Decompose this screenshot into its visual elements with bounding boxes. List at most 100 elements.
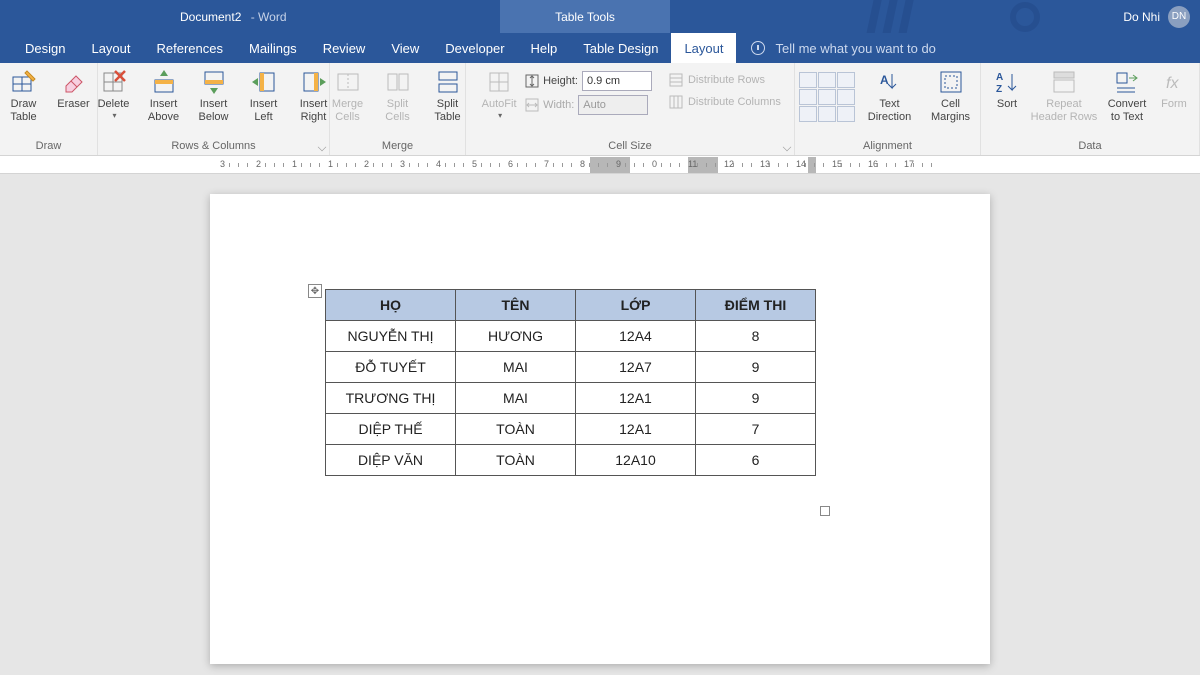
ruler-mark: 2 [364, 159, 369, 169]
tab-design[interactable]: Design [12, 33, 78, 63]
table-cell[interactable]: NGUYỄN THỊ [326, 321, 456, 352]
formula-button: fx Form [1155, 66, 1193, 123]
table-header-cell[interactable]: ĐIỂM THI [696, 290, 816, 321]
doc-name: Document2 [180, 10, 241, 24]
table-cell[interactable]: HƯƠNG [456, 321, 576, 352]
table-resize-handle[interactable] [820, 506, 830, 516]
tab-table-design[interactable]: Table Design [570, 33, 671, 63]
table-cell[interactable]: 12A4 [576, 321, 696, 352]
document-page[interactable]: ✥ HỌTÊNLỚPĐIỂM THI NGUYỄN THỊHƯƠNG12A48Đ… [210, 194, 990, 664]
group-merge: Merge Cells Split Cells Split Table Merg… [330, 63, 466, 155]
table-cell[interactable]: 9 [696, 383, 816, 414]
tab-developer[interactable]: Developer [432, 33, 517, 63]
group-alignment-label: Alignment [801, 137, 974, 155]
split-cells-label: Split Cells [385, 98, 409, 123]
table-cell[interactable]: TRƯƠNG THỊ [326, 383, 456, 414]
svg-text:A: A [880, 73, 889, 87]
tab-view[interactable]: View [378, 33, 432, 63]
table-cell[interactable]: MAI [456, 383, 576, 414]
ribbon-tabs: Design Layout References Mailings Review… [0, 33, 1200, 63]
group-merge-label: Merge [336, 137, 459, 155]
table-row[interactable]: NGUYỄN THỊHƯƠNG12A48 [326, 321, 816, 352]
tab-layout-page[interactable]: Layout [78, 33, 143, 63]
text-direction-button[interactable]: A Text Direction [863, 66, 917, 123]
data-table[interactable]: HỌTÊNLỚPĐIỂM THI NGUYỄN THỊHƯƠNG12A48ĐỖ … [325, 289, 816, 476]
sort-button[interactable]: AZ Sort [987, 66, 1027, 123]
tab-mailings[interactable]: Mailings [236, 33, 310, 63]
table-header-cell[interactable]: TÊN [456, 290, 576, 321]
split-table-button[interactable]: Split Table [424, 66, 472, 123]
table-cell[interactable]: 7 [696, 414, 816, 445]
height-input[interactable]: 0.9 cm [582, 71, 652, 91]
document-canvas[interactable]: ✥ HỌTÊNLỚPĐIỂM THI NGUYỄN THỊHƯƠNG12A48Đ… [0, 174, 1200, 675]
convert-to-text-button[interactable]: Convert to Text [1101, 66, 1153, 123]
table-cell[interactable]: TOÀN [456, 445, 576, 476]
formula-icon: fx [1160, 68, 1188, 96]
sort-label: Sort [997, 98, 1017, 111]
eraser-icon [60, 68, 88, 96]
user-name: Do Nhi [1123, 10, 1160, 24]
ruler-mark: 3 [220, 159, 225, 169]
tell-me-search[interactable]: Tell me what you want to do [751, 41, 935, 56]
tab-help[interactable]: Help [518, 33, 571, 63]
group-data: AZ Sort Repeat Header Rows Convert to Te… [981, 63, 1200, 155]
insert-below-label: Insert Below [199, 98, 229, 123]
table-row[interactable]: TRƯƠNG THỊMAI12A19 [326, 383, 816, 414]
split-table-label: Split Table [434, 98, 460, 123]
table-row[interactable]: ĐỖ TUYẾTMAI12A79 [326, 352, 816, 383]
table-cell[interactable]: 12A7 [576, 352, 696, 383]
table-cell[interactable]: 12A1 [576, 383, 696, 414]
insert-below-button[interactable]: Insert Below [190, 66, 238, 123]
table-cell[interactable]: DIỆP THẾ [326, 414, 456, 445]
distribute-cols-icon [668, 94, 684, 110]
distribute-rows-button: Distribute Rows [664, 70, 785, 90]
text-direction-icon: A [876, 68, 904, 96]
table-cell[interactable]: 6 [696, 445, 816, 476]
ribbon: Draw Table Eraser Draw Delete [0, 63, 1200, 156]
table-cell[interactable]: DIỆP VĂN [326, 445, 456, 476]
draw-table-button[interactable]: Draw Table [0, 66, 48, 123]
tab-references[interactable]: References [144, 33, 236, 63]
table-move-handle[interactable]: ✥ [308, 284, 322, 298]
sort-icon: AZ [993, 68, 1021, 96]
ruler-mark: 9 [616, 159, 621, 169]
tab-table-layout[interactable]: Layout [671, 33, 736, 63]
table-row[interactable]: DIỆP THẾTOÀN12A17 [326, 414, 816, 445]
user-area[interactable]: Do Nhi DN [1123, 6, 1190, 28]
group-draw-label: Draw [6, 137, 91, 155]
group-alignment: A Text Direction Cell Margins Alignment [795, 63, 981, 155]
user-avatar[interactable]: DN [1168, 6, 1190, 28]
height-label: Height: [543, 75, 578, 87]
table-cell[interactable]: ĐỖ TUYẾT [326, 352, 456, 383]
insert-left-button[interactable]: Insert Left [240, 66, 288, 123]
table-cell[interactable]: TOÀN [456, 414, 576, 445]
table-cell[interactable]: 9 [696, 352, 816, 383]
height-icon [525, 74, 539, 88]
tab-review[interactable]: Review [310, 33, 379, 63]
width-icon [525, 98, 539, 112]
table-cell[interactable]: 12A1 [576, 414, 696, 445]
alignment-grid[interactable] [799, 72, 855, 122]
table-header-cell[interactable]: HỌ [326, 290, 456, 321]
distribute-rows-label: Distribute Rows [688, 74, 765, 86]
repeat-header-label: Repeat Header Rows [1031, 98, 1098, 123]
merge-cells-label: Merge Cells [332, 98, 363, 123]
delete-button[interactable]: Delete [90, 66, 138, 123]
table-cell[interactable]: 8 [696, 321, 816, 352]
repeat-header-icon [1050, 68, 1078, 96]
cell-margins-icon [937, 68, 965, 96]
ruler-mark: 0 [652, 159, 657, 169]
insert-above-button[interactable]: Insert Above [140, 66, 188, 123]
title-bar: Document2 - Word Table Tools Do Nhi DN [0, 0, 1200, 33]
cell-margins-label: Cell Margins [931, 98, 970, 123]
split-cells-icon [384, 68, 412, 96]
table-cell[interactable]: MAI [456, 352, 576, 383]
table-cell[interactable]: 12A10 [576, 445, 696, 476]
ruler-mark: 7 [544, 159, 549, 169]
horizontal-ruler[interactable]: 321123456789011121314151617 [0, 156, 1200, 174]
table-row[interactable]: DIỆP VĂNTOÀN12A106 [326, 445, 816, 476]
autofit-button: AutoFit [475, 66, 523, 120]
table-header-cell[interactable]: LỚP [576, 290, 696, 321]
cell-margins-button[interactable]: Cell Margins [925, 66, 977, 123]
ruler-mark: 2 [256, 159, 261, 169]
